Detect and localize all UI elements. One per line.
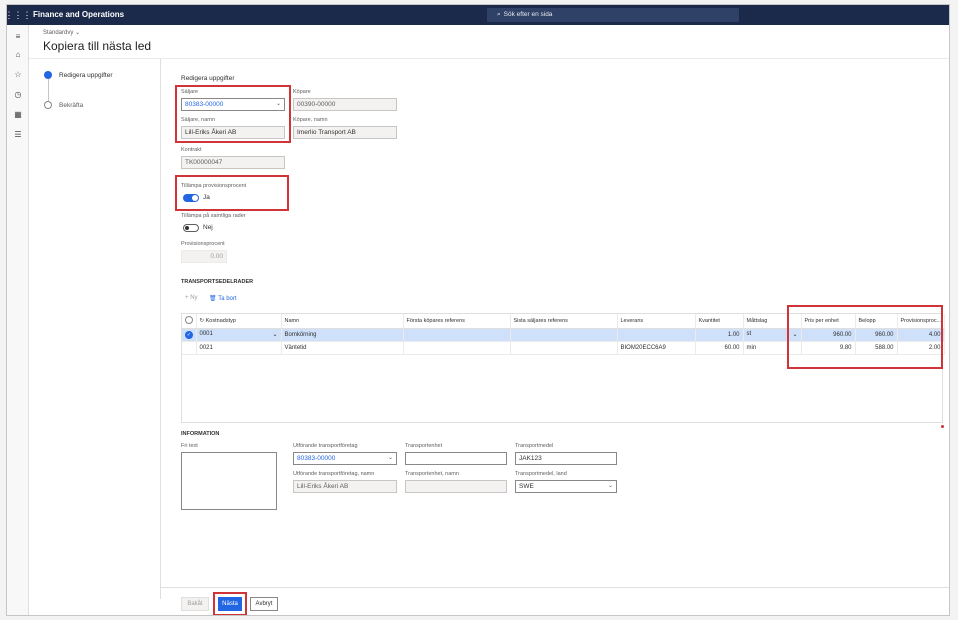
col-kostnadstyp[interactable]: ↻ Kostnadstyp [196, 314, 282, 329]
trash-icon: 🗑 [209, 296, 217, 302]
transportmedel-land-label: Transportmedel, land [515, 471, 567, 477]
delete-button[interactable]: 🗑 Ta bort [209, 295, 237, 302]
search-placeholder: Sök efter en sida [503, 11, 553, 18]
transport-section-title: TRANSPORTSEDELRADER [181, 279, 254, 285]
fritext-label: Fri text [181, 443, 198, 449]
new-button[interactable]: + Ny [185, 295, 198, 301]
transportmedel-land-value: SWE [519, 483, 534, 490]
utforande-dropdown[interactable]: 80383-00000 ⌄ [293, 452, 397, 465]
transportenhet-field[interactable] [405, 452, 507, 465]
cell-leverans[interactable]: BIOM20ECC6A9 [617, 341, 696, 355]
kostnadstyp-value: 0001 [199, 331, 213, 337]
provisionsprocent-field: 0.00 [181, 250, 227, 263]
cell-kvantitet[interactable]: 60.00 [695, 341, 744, 355]
checkmark-icon: ✓ [185, 330, 193, 339]
wizard-steps: Redigera uppgifter Bekräfta [29, 59, 161, 599]
back-button[interactable]: Bakåt [181, 597, 209, 611]
highlight-price-columns [787, 305, 943, 369]
step-confirm[interactable]: Bekräfta [59, 102, 83, 109]
utforande-namn-field: Lill-Eriks Åkeri AB [293, 480, 397, 493]
section-title-edit: Redigera uppgifter [181, 75, 235, 82]
chevron-down-icon: ⌄ [607, 483, 613, 489]
plus-icon: + [185, 295, 189, 301]
mattslag-value: st [746, 331, 752, 337]
transportmedel-label: Transportmedel [515, 443, 554, 449]
main-content: Redigera uppgifter Säljare 80383-00000 ⌄ … [161, 59, 949, 599]
page-title: Kopiera till nästa led [43, 39, 152, 53]
row-select[interactable]: ✓ [182, 328, 197, 342]
all-rows-toggle-value: Nej [203, 224, 213, 231]
kopare-namn-label: Köpare, namn [293, 117, 328, 123]
red-marker-dot [941, 425, 944, 428]
highlight-saljare [175, 85, 291, 143]
cell-forsta[interactable] [403, 341, 511, 355]
search-icon: ⌕ [497, 11, 501, 18]
chevron-down-icon: ⌄ [387, 455, 393, 461]
col-forsta-kopares-ref[interactable]: Första köpares referens [403, 314, 511, 329]
home-icon[interactable]: ⌂ [12, 49, 24, 61]
cell-sista[interactable] [510, 328, 618, 342]
kopare-field: 00390-00000 [293, 98, 397, 111]
step-active-icon [44, 71, 52, 79]
select-all-header[interactable] [182, 314, 197, 329]
all-rows-toggle[interactable] [183, 224, 199, 232]
col-kvantitet[interactable]: Kvantitet [695, 314, 744, 329]
cell-kostnadstyp[interactable]: 0021 [196, 341, 282, 355]
modules-list-icon[interactable]: ☰ [12, 129, 24, 141]
provisionsprocent-label: Provisionsprocent [181, 241, 225, 247]
fritext-textarea[interactable] [181, 452, 277, 510]
kopare-label: Köpare [293, 89, 311, 95]
step-connector [48, 79, 49, 101]
transportenhet-label: Transportenhet [405, 443, 443, 449]
workspaces-icon[interactable]: ▦ [12, 109, 24, 121]
cell-sista[interactable] [510, 341, 618, 355]
cell-namn[interactable]: Bomkörning [281, 328, 404, 342]
left-nav-rail: ≡ ⌂ ☆ ◷ ▦ ☰ [7, 25, 29, 615]
select-all-circle-icon [185, 315, 193, 324]
step-inactive-icon [44, 101, 52, 109]
delete-label: Ta bort [218, 296, 237, 302]
chevron-down-icon: ⌄ [75, 30, 81, 36]
information-section-title: INFORMATION [181, 431, 220, 437]
hamburger-menu-icon[interactable]: ≡ [12, 31, 24, 43]
all-rows-toggle-label: Tillämpa på samtliga rader [181, 213, 246, 219]
kopare-namn-field: Imerlio Transport AB [293, 126, 397, 139]
row-select[interactable] [182, 341, 197, 355]
col-leverans[interactable]: Leverans [617, 314, 696, 329]
col-kostnadstyp-label: Kostnadstyp [205, 317, 236, 324]
top-bar: ⋮⋮⋮ Finance and Operations ⌕ Sök efter en… [7, 5, 949, 25]
app-launcher-icon[interactable]: ⋮⋮⋮ [7, 9, 32, 21]
utforande-label: Utförande transportföretag [293, 443, 358, 449]
kontrakt-label: Kontrakt [181, 147, 202, 153]
wizard-footer: Bakåt Nästa Avbryt [161, 587, 949, 615]
view-selector[interactable]: Standardvy ⌄ [43, 29, 80, 36]
page-header: Standardvy ⌄ Kopiera till nästa led [29, 25, 949, 59]
utforande-value: 80383-00000 [297, 455, 336, 462]
recent-clock-icon[interactable]: ◷ [12, 89, 24, 101]
col-namn[interactable]: Namn [281, 314, 404, 329]
view-label: Standardvy [43, 30, 74, 36]
cell-leverans[interactable] [617, 328, 696, 342]
utforande-namn-label: Utförande transportföretag, namn [293, 471, 375, 477]
kontrakt-field: TK00000047 [181, 156, 285, 169]
new-label: Ny [190, 295, 198, 301]
transportmedel-field[interactable]: JAK123 [515, 452, 617, 465]
highlight-provision-toggle [175, 175, 289, 211]
star-icon[interactable]: ☆ [12, 69, 24, 81]
step-edit[interactable]: Redigera uppgifter [59, 72, 112, 79]
cell-kostnadstyp[interactable]: 0001 ⌄ [196, 328, 282, 342]
app-window: ⋮⋮⋮ Finance and Operations ⌕ Sök efter en… [6, 4, 950, 616]
highlight-next-button [213, 592, 247, 615]
cancel-button[interactable]: Avbryt [250, 597, 278, 611]
transportmedel-land-dropdown[interactable]: SWE ⌄ [515, 480, 617, 493]
transportenhet-namn-field [405, 480, 507, 493]
transportenhet-namn-label: Transportenhet, namn [405, 471, 459, 477]
chevron-down-icon: ⌄ [272, 332, 278, 338]
cell-forsta[interactable] [403, 328, 511, 342]
col-sista-saljares-ref[interactable]: Sista säljares referens [510, 314, 618, 329]
app-name: Finance and Operations [33, 10, 125, 19]
search-box[interactable]: ⌕ Sök efter en sida [487, 8, 739, 22]
cell-kvantitet[interactable]: 1.00 [695, 328, 744, 342]
cell-namn[interactable]: Väntetid [281, 341, 404, 355]
